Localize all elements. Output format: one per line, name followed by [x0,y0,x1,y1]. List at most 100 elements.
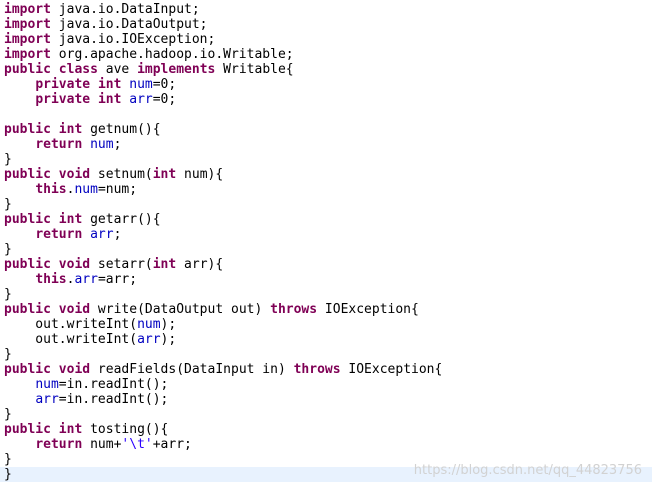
code-token: java.io.IOException; [50,32,216,47]
keyword-token: public [4,302,51,317]
code-token: } [4,407,12,422]
string-token: '\t' [121,437,153,452]
code-line[interactable]: return num+'\t'+arr; [4,437,192,452]
code-token: } [4,287,12,302]
keyword-token: return [35,437,83,452]
code-token: } [4,152,12,167]
code-line[interactable]: this.num=num; [4,182,137,197]
keyword-token: void [58,302,91,317]
keyword-token: return [35,227,83,242]
code-editor[interactable]: import java.io.DataInput; import java.io.… [0,0,652,489]
code-line[interactable]: out.writeInt(num); [4,317,176,332]
keyword-token: public [4,422,51,437]
keyword-token: int [97,77,122,92]
code-token: out.writeInt( [4,317,138,332]
code-line[interactable]: private int arr=0; [4,92,176,107]
keyword-token: int [58,122,83,137]
field-token: arr [137,332,161,347]
field-token: num [129,77,153,92]
code-line[interactable]: public void setnum(int num){ [4,167,223,182]
code-line[interactable]: public int getnum(){ [4,122,161,137]
code-line[interactable]: } [4,287,12,302]
watermark-text: https://blog.csdn.net/qq_44823756 [413,463,642,478]
code-token: =0; [152,77,177,92]
code-line[interactable]: out.writeInt(arr); [4,332,176,347]
code-token: +arr; [152,437,192,452]
code-token: ; [113,227,122,242]
keyword-token: int [97,92,122,107]
code-line[interactable]: public class ave implements Writable{ [4,62,294,77]
keyword-token: public [4,362,51,377]
keyword-token: void [58,362,91,377]
code-token: } [4,242,12,257]
code-line[interactable]: public void setarr(int arr){ [4,257,223,272]
keyword-token: private [35,92,91,107]
code-line[interactable]: return arr; [4,227,121,242]
code-token: IOException{ [317,302,419,317]
code-line[interactable]: import java.io.DataInput; [4,2,200,17]
code-line[interactable]: public void write(DataOutput out) throws… [4,302,419,317]
keyword-token: int [58,212,83,227]
keyword-token: void [58,257,91,272]
code-token: =arr; [97,272,138,287]
code-token: num){ [176,167,224,182]
keyword-token: return [35,137,83,152]
field-token: arr [74,272,98,287]
code-line[interactable]: } [4,452,12,467]
keyword-token: import [4,2,51,17]
keyword-token: import [4,17,51,32]
code-line[interactable]: import java.io.IOException; [4,32,215,47]
code-line[interactable]: private int num=0; [4,77,176,92]
code-token: =in.readInt(); [58,392,169,407]
code-line[interactable]: public void readFields(DataInput in) thr… [4,362,442,377]
field-token: arr [90,227,114,242]
keyword-token: throws [270,302,318,317]
code-token: ave [97,62,138,77]
code-token: } [4,197,12,212]
code-token: Writable{ [215,62,294,77]
keyword-token: int [152,257,177,272]
keyword-token: class [58,62,98,77]
keyword-token: this [35,272,67,287]
code-token: write(DataOutput out) [90,302,271,317]
code-token: =0; [152,92,177,107]
field-token: num [90,137,114,152]
code-token: } [4,347,12,362]
code-line[interactable]: } [4,152,12,167]
code-line[interactable]: return num; [4,137,121,152]
code-line[interactable]: public int getarr(){ [4,212,161,227]
code-token: ); [160,317,177,332]
code-token: ); [160,332,177,347]
code-line[interactable]: arr=in.readInt(); [4,392,168,407]
code-token: num+ [82,437,122,452]
code-line[interactable]: } [4,407,12,422]
code-line[interactable]: public int tosting(){ [4,422,168,437]
code-line[interactable]: import java.io.DataOutput; [4,17,208,32]
code-line[interactable]: } [4,347,12,362]
code-line[interactable]: } [4,197,12,212]
code-token: } [4,452,12,467]
code-token: getnum(){ [82,122,161,137]
code-token: readFields(DataInput in) [90,362,294,377]
code-line[interactable]: import org.apache.hadoop.io.Writable; [4,47,294,62]
code-token: ; [113,137,122,152]
keyword-token: implements [137,62,216,77]
code-token: setnum( [90,167,153,182]
code-line[interactable]: this.arr=arr; [4,272,137,287]
keyword-token: int [58,422,83,437]
code-line[interactable]: num=in.readInt(); [4,377,168,392]
code-line[interactable]: } [4,242,12,257]
